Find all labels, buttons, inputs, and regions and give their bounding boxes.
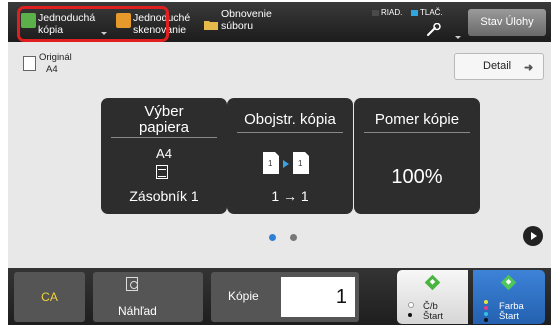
- bw-start-line2: Štart: [423, 311, 444, 322]
- copies-label: Kópie: [228, 289, 259, 303]
- copy-ratio-tile[interactable]: Pomer kópie 100%: [354, 98, 480, 214]
- file-retrieve-label-line1: Obnovenie: [221, 8, 272, 20]
- paper-size: A4: [156, 146, 172, 161]
- file-retrieve-label-line2: súboru: [221, 20, 254, 32]
- chevron-down-icon: [455, 36, 461, 39]
- cyan-dot: [484, 312, 488, 316]
- tile-divider: [237, 132, 343, 133]
- tile-divider: [364, 132, 470, 133]
- color-start-button[interactable]: Farba Štart: [473, 270, 545, 324]
- start-diamond-icon: [500, 274, 517, 291]
- folder-icon: [204, 21, 218, 30]
- page-indicator-active: [269, 234, 276, 241]
- white-dot: [408, 302, 414, 308]
- copy-ratio-value: 100%: [391, 166, 443, 188]
- tile-divider: [111, 137, 217, 138]
- black-dot: [484, 318, 488, 322]
- yellow-dot: [484, 300, 488, 304]
- riad-indicator: RIAD.: [372, 8, 402, 17]
- page-indicator: [290, 234, 297, 241]
- svg-text:1: 1: [268, 159, 273, 168]
- tray-icon: [156, 165, 168, 179]
- highlight-frame: [17, 6, 169, 42]
- riad-label: RIAD.: [381, 8, 403, 17]
- paper-tray: Zásobník 1: [129, 188, 199, 204]
- original-label: Originál: [39, 52, 72, 63]
- preview-button[interactable]: Náhľad: [93, 272, 203, 322]
- start-diamond-icon: [424, 274, 441, 291]
- tlac-indicator: TLAČ.: [411, 8, 443, 17]
- paper-select-title-line1: Výber: [144, 103, 184, 120]
- magenta-dot: [484, 306, 488, 310]
- duplex-copy-tile[interactable]: Obojstr. kópia 1 1 1 → 1: [227, 98, 353, 214]
- paper-select-tile[interactable]: Výber papiera A4 Zásobník 1: [101, 98, 227, 214]
- wrench-icon[interactable]: [426, 23, 442, 37]
- copies-control: Kópie 1: [211, 272, 359, 322]
- original-size: A4: [46, 64, 58, 75]
- duplex-title: Obojstr. kópia: [244, 111, 336, 128]
- file-retrieve-mode-button[interactable]: Obnovenie súboru: [204, 8, 284, 38]
- tlac-status-square: [411, 9, 418, 16]
- riad-status-square: [372, 9, 379, 16]
- copy-screen: Jednoduchá kópia Jednoduché skenovanie O…: [8, 2, 551, 325]
- copies-input[interactable]: 1: [281, 277, 355, 317]
- job-status-button[interactable]: Stav Úlohy: [468, 9, 546, 36]
- detail-button[interactable]: Detail ➜: [454, 53, 544, 80]
- tlac-label: TLAČ.: [420, 8, 443, 17]
- duplex-icon: 1 1: [263, 152, 309, 174]
- clear-all-button[interactable]: CA: [14, 272, 85, 322]
- detail-label: Detail: [483, 60, 512, 72]
- next-page-icon[interactable]: [523, 226, 543, 246]
- copy-ratio-title: Pomer kópie: [374, 111, 460, 128]
- bottom-bar: CA Náhľad Kópie 1 Č/b Štart Farba Štart: [8, 268, 551, 325]
- preview-icon: [126, 277, 138, 291]
- color-start-line2: Štart: [499, 311, 520, 322]
- preview-label: Náhľad: [118, 304, 157, 318]
- black-dot: [408, 313, 412, 317]
- original-doc-icon: [23, 56, 36, 71]
- duplex-mode: 1 → 1: [271, 188, 309, 204]
- svg-text:1: 1: [298, 159, 303, 168]
- paper-select-title-line2: papiera: [138, 119, 190, 136]
- detail-arrow-icon: ➜: [524, 62, 534, 74]
- bw-start-button[interactable]: Č/b Štart: [397, 270, 468, 324]
